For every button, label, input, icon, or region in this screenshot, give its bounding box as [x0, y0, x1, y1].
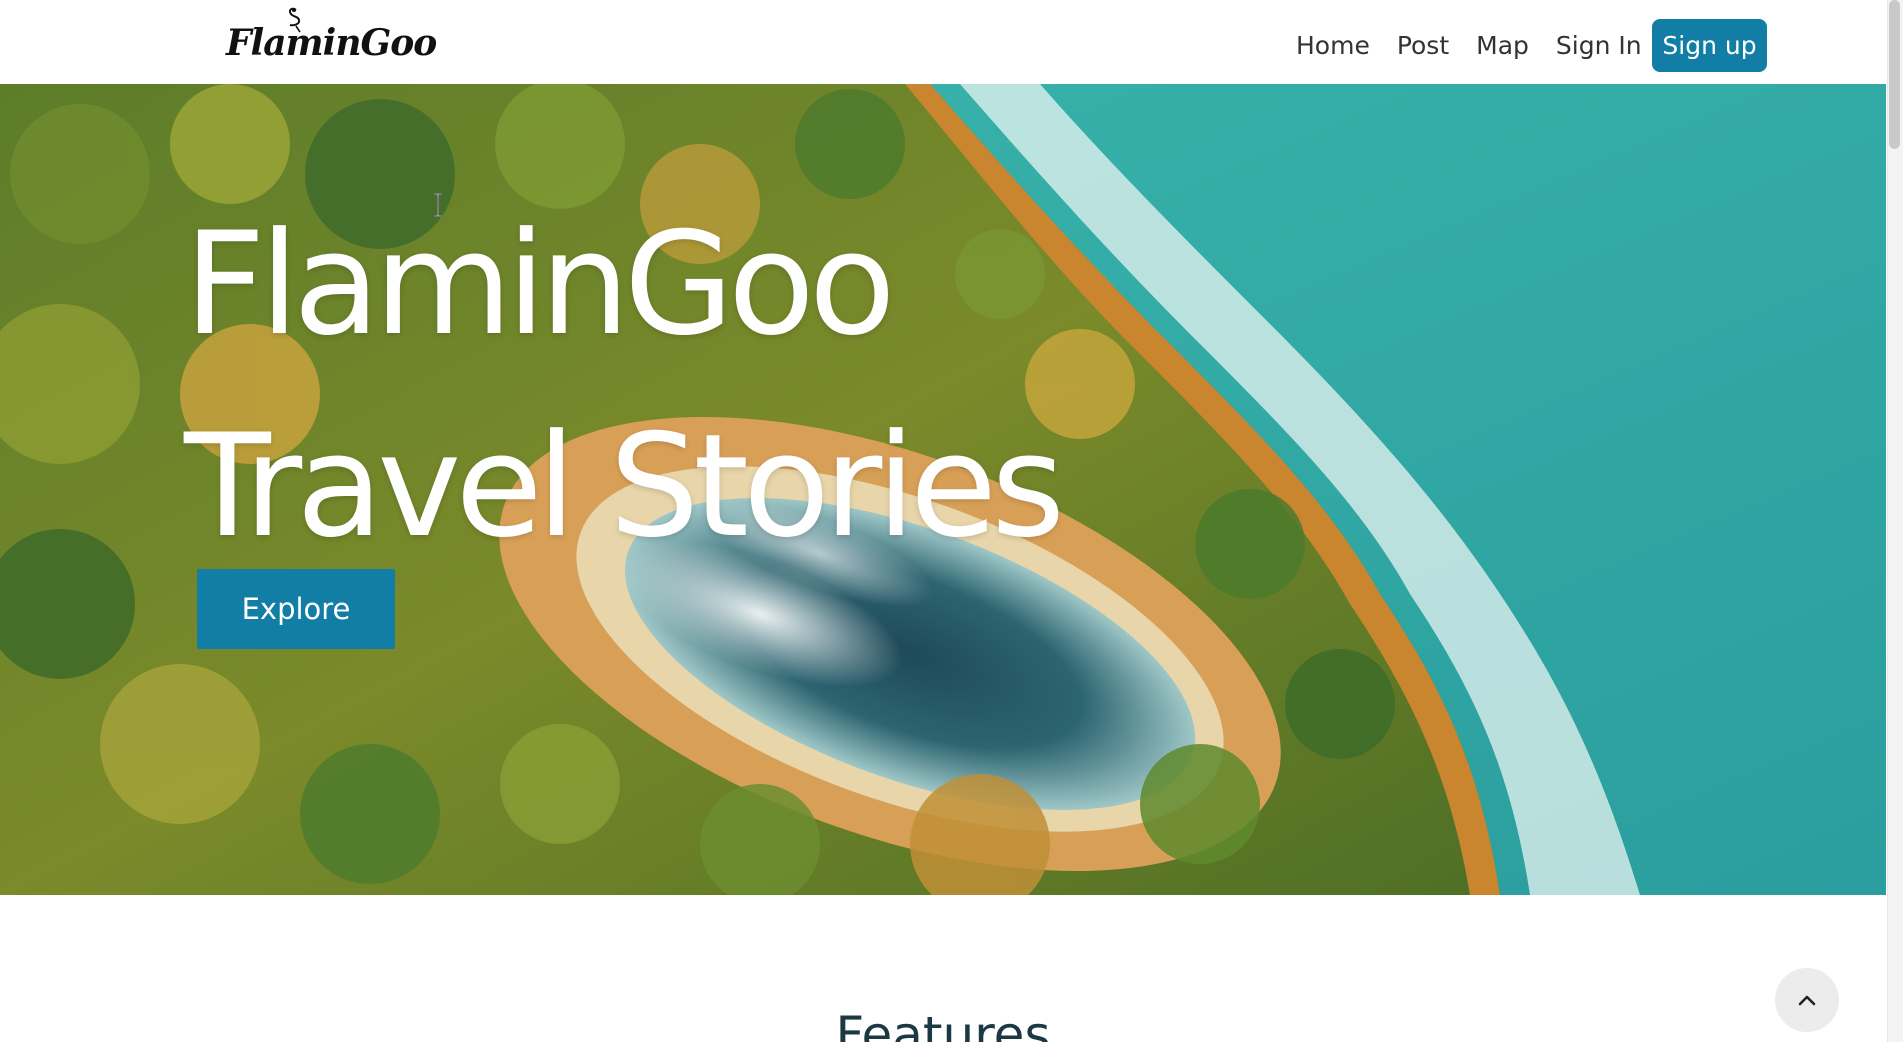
- hero-title-line-2: Travel Stories: [184, 404, 1065, 569]
- navbar: FlaminGoo Home Post Map Sign In Sign up: [0, 0, 1887, 84]
- nav-link-post[interactable]: Post: [1397, 31, 1449, 60]
- logo[interactable]: FlaminGoo: [226, 6, 437, 68]
- nav-link-map[interactable]: Map: [1476, 31, 1529, 60]
- hero-banner: FlaminGoo Travel Stories Explore: [0, 84, 1886, 895]
- scrollbar-thumb[interactable]: [1889, 0, 1900, 149]
- page: FlaminGoo Home Post Map Sign In Sign up: [0, 0, 1903, 1042]
- chevron-up-icon: [1798, 995, 1816, 1006]
- features-heading: Features: [835, 1006, 1051, 1042]
- sign-up-button[interactable]: Sign up: [1652, 19, 1767, 72]
- nav-links: Home Post Map Sign In: [1296, 20, 1642, 70]
- nav-link-sign-in[interactable]: Sign In: [1556, 31, 1642, 60]
- explore-button[interactable]: Explore: [197, 569, 395, 649]
- hero-title-line-1: FlaminGoo: [184, 202, 896, 367]
- nav-link-home[interactable]: Home: [1296, 31, 1370, 60]
- scrollbar-track[interactable]: [1887, 0, 1903, 1042]
- scroll-to-top-button[interactable]: [1775, 968, 1839, 1032]
- logo-text: FlaminGoo: [226, 22, 437, 64]
